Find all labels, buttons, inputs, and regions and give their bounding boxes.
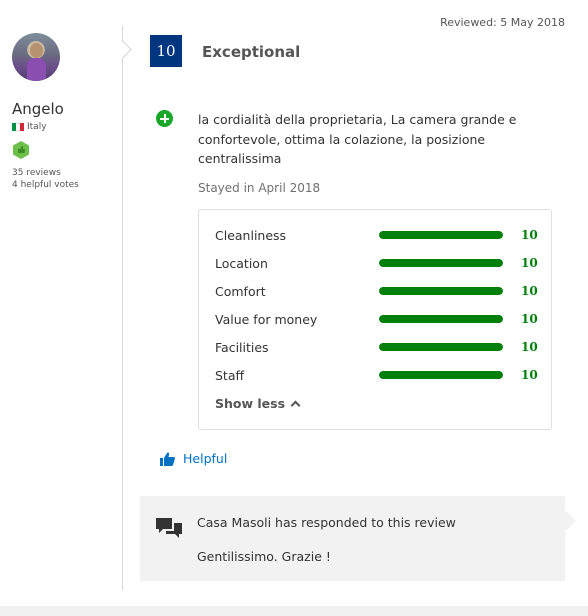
plus-circle-icon [156, 110, 173, 127]
show-less-label: Show less [215, 396, 286, 411]
rating-bar [379, 259, 503, 267]
rating-label: Cleanliness [215, 228, 287, 243]
rating-bar [379, 371, 503, 379]
flag-stripe-red [20, 123, 24, 131]
avatar-body [27, 58, 46, 81]
rating-value: 10 [521, 256, 538, 270]
rating-value: 10 [521, 340, 538, 354]
column-divider [122, 26, 123, 590]
chevron-up-icon [290, 400, 301, 411]
helpful-votes-count: 4 helpful votes [12, 180, 79, 190]
rating-bar-fill [379, 315, 503, 323]
reviewer-name: Angelo [12, 100, 64, 118]
rating-bar-fill [379, 231, 503, 239]
rating-label: Comfort [215, 284, 266, 299]
rating-value: 10 [521, 312, 538, 326]
stay-date: Stayed in April 2018 [198, 181, 321, 195]
helpful-label: Helpful [183, 451, 228, 466]
avatar-head [30, 43, 43, 58]
show-less-button[interactable]: Show less [215, 396, 301, 411]
rating-label: Location [215, 256, 268, 271]
rating-row: Cleanliness 10 [215, 226, 545, 246]
reviews-count: 35 reviews [12, 168, 61, 178]
hexagon-badge-icon [13, 141, 29, 159]
response-text: Gentilissimo. Grazie ! [197, 549, 331, 564]
rating-row: Facilities 10 [215, 338, 545, 358]
rating-label: Facilities [215, 340, 269, 355]
rating-bar [379, 315, 503, 323]
rating-bar [379, 343, 503, 351]
rating-row: Value for money 10 [215, 310, 545, 330]
reviewer-country: Italy [12, 122, 47, 132]
rating-value: 10 [521, 228, 538, 242]
response-title: Casa Masoli has responded to this review [197, 515, 456, 530]
rating-bar-fill [379, 287, 503, 295]
avatar[interactable] [12, 33, 60, 81]
rating-row: Comfort 10 [215, 282, 545, 302]
chat-bubbles-icon [156, 518, 182, 538]
rating-label: Staff [215, 368, 245, 383]
reviewer-panel: Angelo Italy 35 reviews 4 helpful votes [0, 0, 122, 600]
review-card: Angelo Italy 35 reviews 4 helpful votes … [0, 0, 588, 616]
rating-row: Location 10 [215, 254, 545, 274]
score-word: Exceptional [202, 43, 301, 61]
rating-bar-fill [379, 371, 503, 379]
helpful-button[interactable]: Helpful [160, 451, 227, 466]
rating-row: Staff 10 [215, 366, 545, 386]
rating-bar-fill [379, 259, 503, 267]
rating-value: 10 [521, 284, 538, 298]
reviewer-stats: 35 reviews 4 helpful votes [12, 167, 79, 191]
rating-value: 10 [521, 368, 538, 382]
rating-label: Value for money [215, 312, 318, 327]
score-badge: 10 [150, 35, 182, 67]
rating-bar-fill [379, 343, 503, 351]
country-name: Italy [27, 122, 47, 132]
rating-bar [379, 287, 503, 295]
ratings-breakdown: Cleanliness 10 Location 10 Comfort 10 Va… [198, 209, 552, 430]
property-response: Casa Masoli has responded to this review… [140, 496, 565, 581]
positive-review-text: la cordialità della proprietaria, La cam… [198, 112, 517, 166]
bottom-strip [0, 606, 588, 616]
thumbs-up-icon [160, 452, 175, 466]
reviewed-date: Reviewed: 5 May 2018 [440, 16, 565, 29]
rating-bar [379, 231, 503, 239]
italy-flag-icon [12, 123, 24, 131]
